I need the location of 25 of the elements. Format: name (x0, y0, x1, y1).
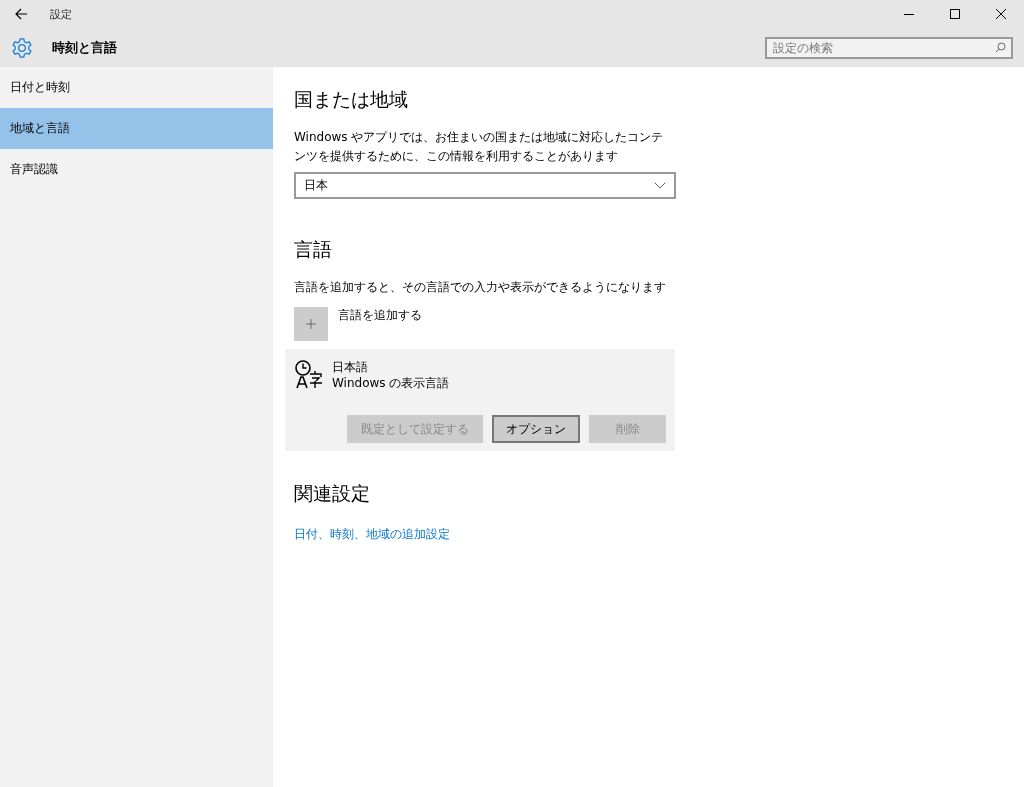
chevron-down-icon (654, 182, 666, 189)
settings-icon (11, 36, 33, 59)
sidebar-item[interactable]: 地域と言語 (0, 108, 273, 149)
maximize-icon[interactable] (950, 9, 960, 19)
country-dropdown[interactable]: 日本 (294, 172, 676, 199)
language-icon (294, 359, 324, 389)
section-heading: 国または地域 (294, 87, 409, 112)
window-title: 設定 (50, 6, 72, 22)
settings-link[interactable]: 日付、時刻、地域の追加設定 (294, 527, 450, 541)
close-icon[interactable] (996, 9, 1006, 19)
plus-icon (306, 316, 316, 332)
section-heading: 言語 (294, 237, 333, 262)
sidebar-item[interactable]: 音声認識 (0, 149, 273, 190)
description-text: Windows やアプリでは、お住まいの国または地域に対応したコンテンツを提供するために、この情報を利用することがあります (294, 129, 665, 165)
sidebar-item[interactable]: 日付と時刻 (0, 67, 273, 108)
search-field[interactable]: 設定の検索 (765, 36, 1013, 59)
back-arrow-icon[interactable] (14, 7, 28, 21)
page-title: 時刻と言語 (52, 38, 117, 57)
language-action-button[interactable]: オプション (492, 415, 580, 443)
section-heading: 関連設定 (294, 481, 371, 506)
language-subtitle: Windows の表示言語 (332, 375, 450, 391)
add-language-label[interactable]: 言語を追加する (338, 307, 422, 324)
language-name: 日本語 (332, 359, 369, 375)
search-icon[interactable] (995, 41, 1006, 53)
description-text: 言語を追加すると、その言語での入力や表示ができるようになります (294, 279, 667, 296)
